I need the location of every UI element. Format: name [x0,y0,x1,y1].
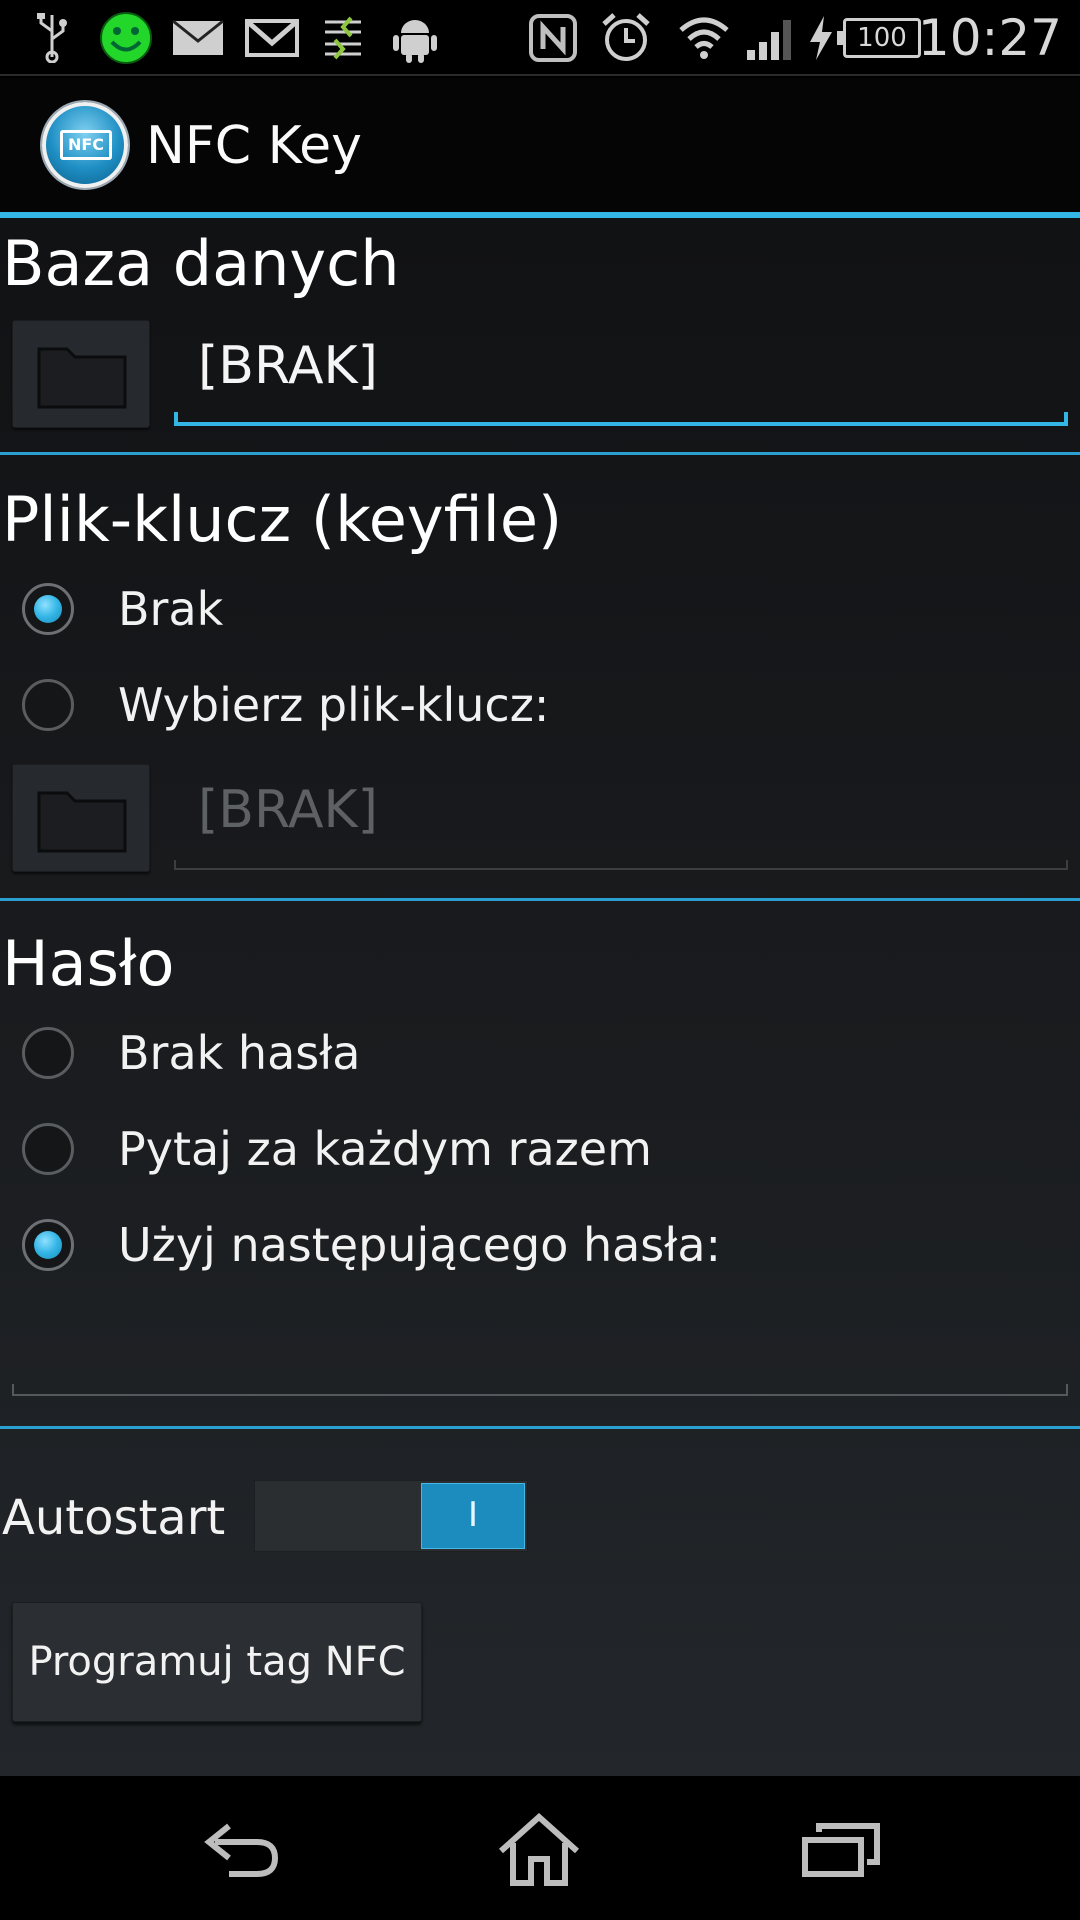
app-title: NFC Key [146,116,362,176]
usb-icon [30,10,74,66]
database-path-field[interactable]: [BRAK] [174,326,1068,426]
keyfile-option-none[interactable]: Brak [22,574,223,644]
radio-label: Pytaj za każdym razem [118,1122,652,1176]
charging-icon [806,10,836,66]
radio-button-checked[interactable] [22,583,74,635]
signal-icon [742,10,798,66]
program-nfc-tag-button[interactable]: Programuj tag NFC [12,1602,422,1722]
nfc-icon [526,10,580,66]
database-section-title: Baza danych [2,227,400,300]
password-option-ask[interactable]: Pytaj za każdym razem [22,1114,652,1184]
battery-indicator: 100 [837,18,921,58]
toggle-knob: I [421,1483,525,1549]
section-divider [0,898,1080,901]
folder-icon [37,347,127,409]
status-bar: 100 10:27 [0,0,1080,76]
data-transfer-icon [318,10,368,66]
keyfile-path-field: [BRAK] [174,770,1068,870]
navigation-bar [0,1776,1080,1920]
password-input[interactable] [12,1334,1068,1396]
radio-button[interactable] [22,1027,74,1079]
smiley-icon [96,10,156,66]
email-icon [170,10,226,66]
keyfile-browse-button[interactable] [12,764,150,872]
radio-button[interactable] [22,679,74,731]
password-section-title: Hasło [2,927,175,1000]
status-time: 10:27 [917,9,1062,67]
radio-label: Brak [118,582,224,636]
alarm-icon [598,10,654,66]
radio-button-checked[interactable] [22,1219,74,1271]
radio-label: Brak hasła [118,1026,361,1080]
autostart-label: Autostart [2,1490,226,1546]
keyfile-option-choose[interactable]: Wybierz plik-klucz: [22,670,549,740]
app-logo-text: NFC [60,130,112,160]
action-bar: NFC NFC Key [0,78,1080,214]
app-logo-icon[interactable]: NFC [42,102,128,188]
password-option-use[interactable]: Użyj następującego hasła: [22,1210,721,1280]
section-divider [0,1426,1080,1429]
radio-button[interactable] [22,1123,74,1175]
recent-apps-icon[interactable] [796,1810,886,1890]
gmail-icon [244,10,300,66]
keyfile-section-title: Plik-klucz (keyfile) [2,483,563,556]
radio-label: Użyj następującego hasła: [118,1218,722,1272]
section-divider [0,452,1080,455]
wifi-icon [676,10,732,66]
home-icon[interactable] [494,1810,584,1890]
back-icon[interactable] [196,1810,286,1890]
folder-icon [37,791,127,853]
autostart-toggle[interactable]: I [254,1480,528,1552]
android-icon [390,10,440,66]
database-browse-button[interactable] [12,320,150,428]
password-option-none[interactable]: Brak hasła [22,1018,361,1088]
radio-label: Wybierz plik-klucz: [118,678,550,732]
screen: 100 10:27 NFC NFC Key Baza danych [BRAK]… [0,0,1080,1920]
